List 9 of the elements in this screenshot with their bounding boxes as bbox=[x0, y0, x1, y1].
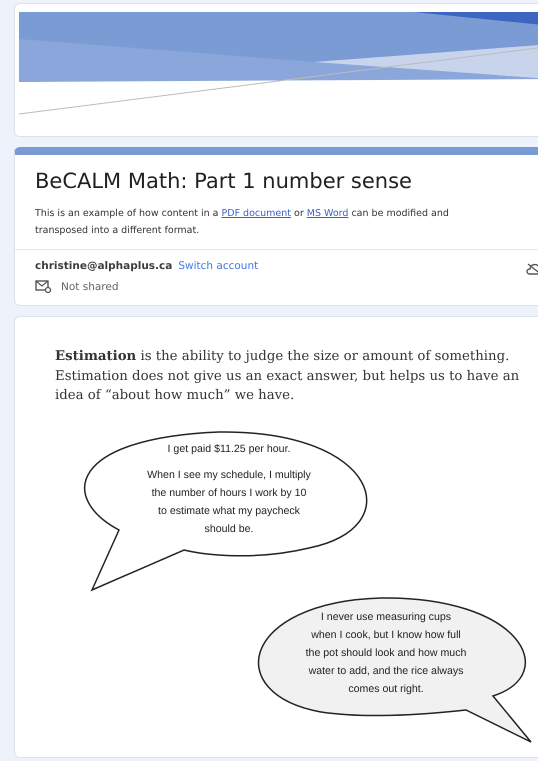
estimation-paragraph: Estimation is the ability to judge the size or amount of something. Estimation does not give us an exact answer, but helps us to have an idea of “about how much” we have. bbox=[55, 348, 520, 405]
document-link[interactable]: PDF document bbox=[222, 208, 291, 219]
not-shared-icon bbox=[35, 280, 51, 293]
form-description: This is an example of how content in a PDF document or MS Word can be modified and transposed into a different format. bbox=[35, 207, 450, 238]
document-link[interactable]: MS Word bbox=[306, 208, 348, 219]
switch-account-link[interactable]: Switch account bbox=[178, 260, 258, 272]
account-email: christine@alphaplus.ca bbox=[35, 260, 172, 272]
sharing-status: Not shared bbox=[61, 280, 119, 292]
form-title: BeCALM Math: Part 1 number sense bbox=[35, 169, 413, 193]
